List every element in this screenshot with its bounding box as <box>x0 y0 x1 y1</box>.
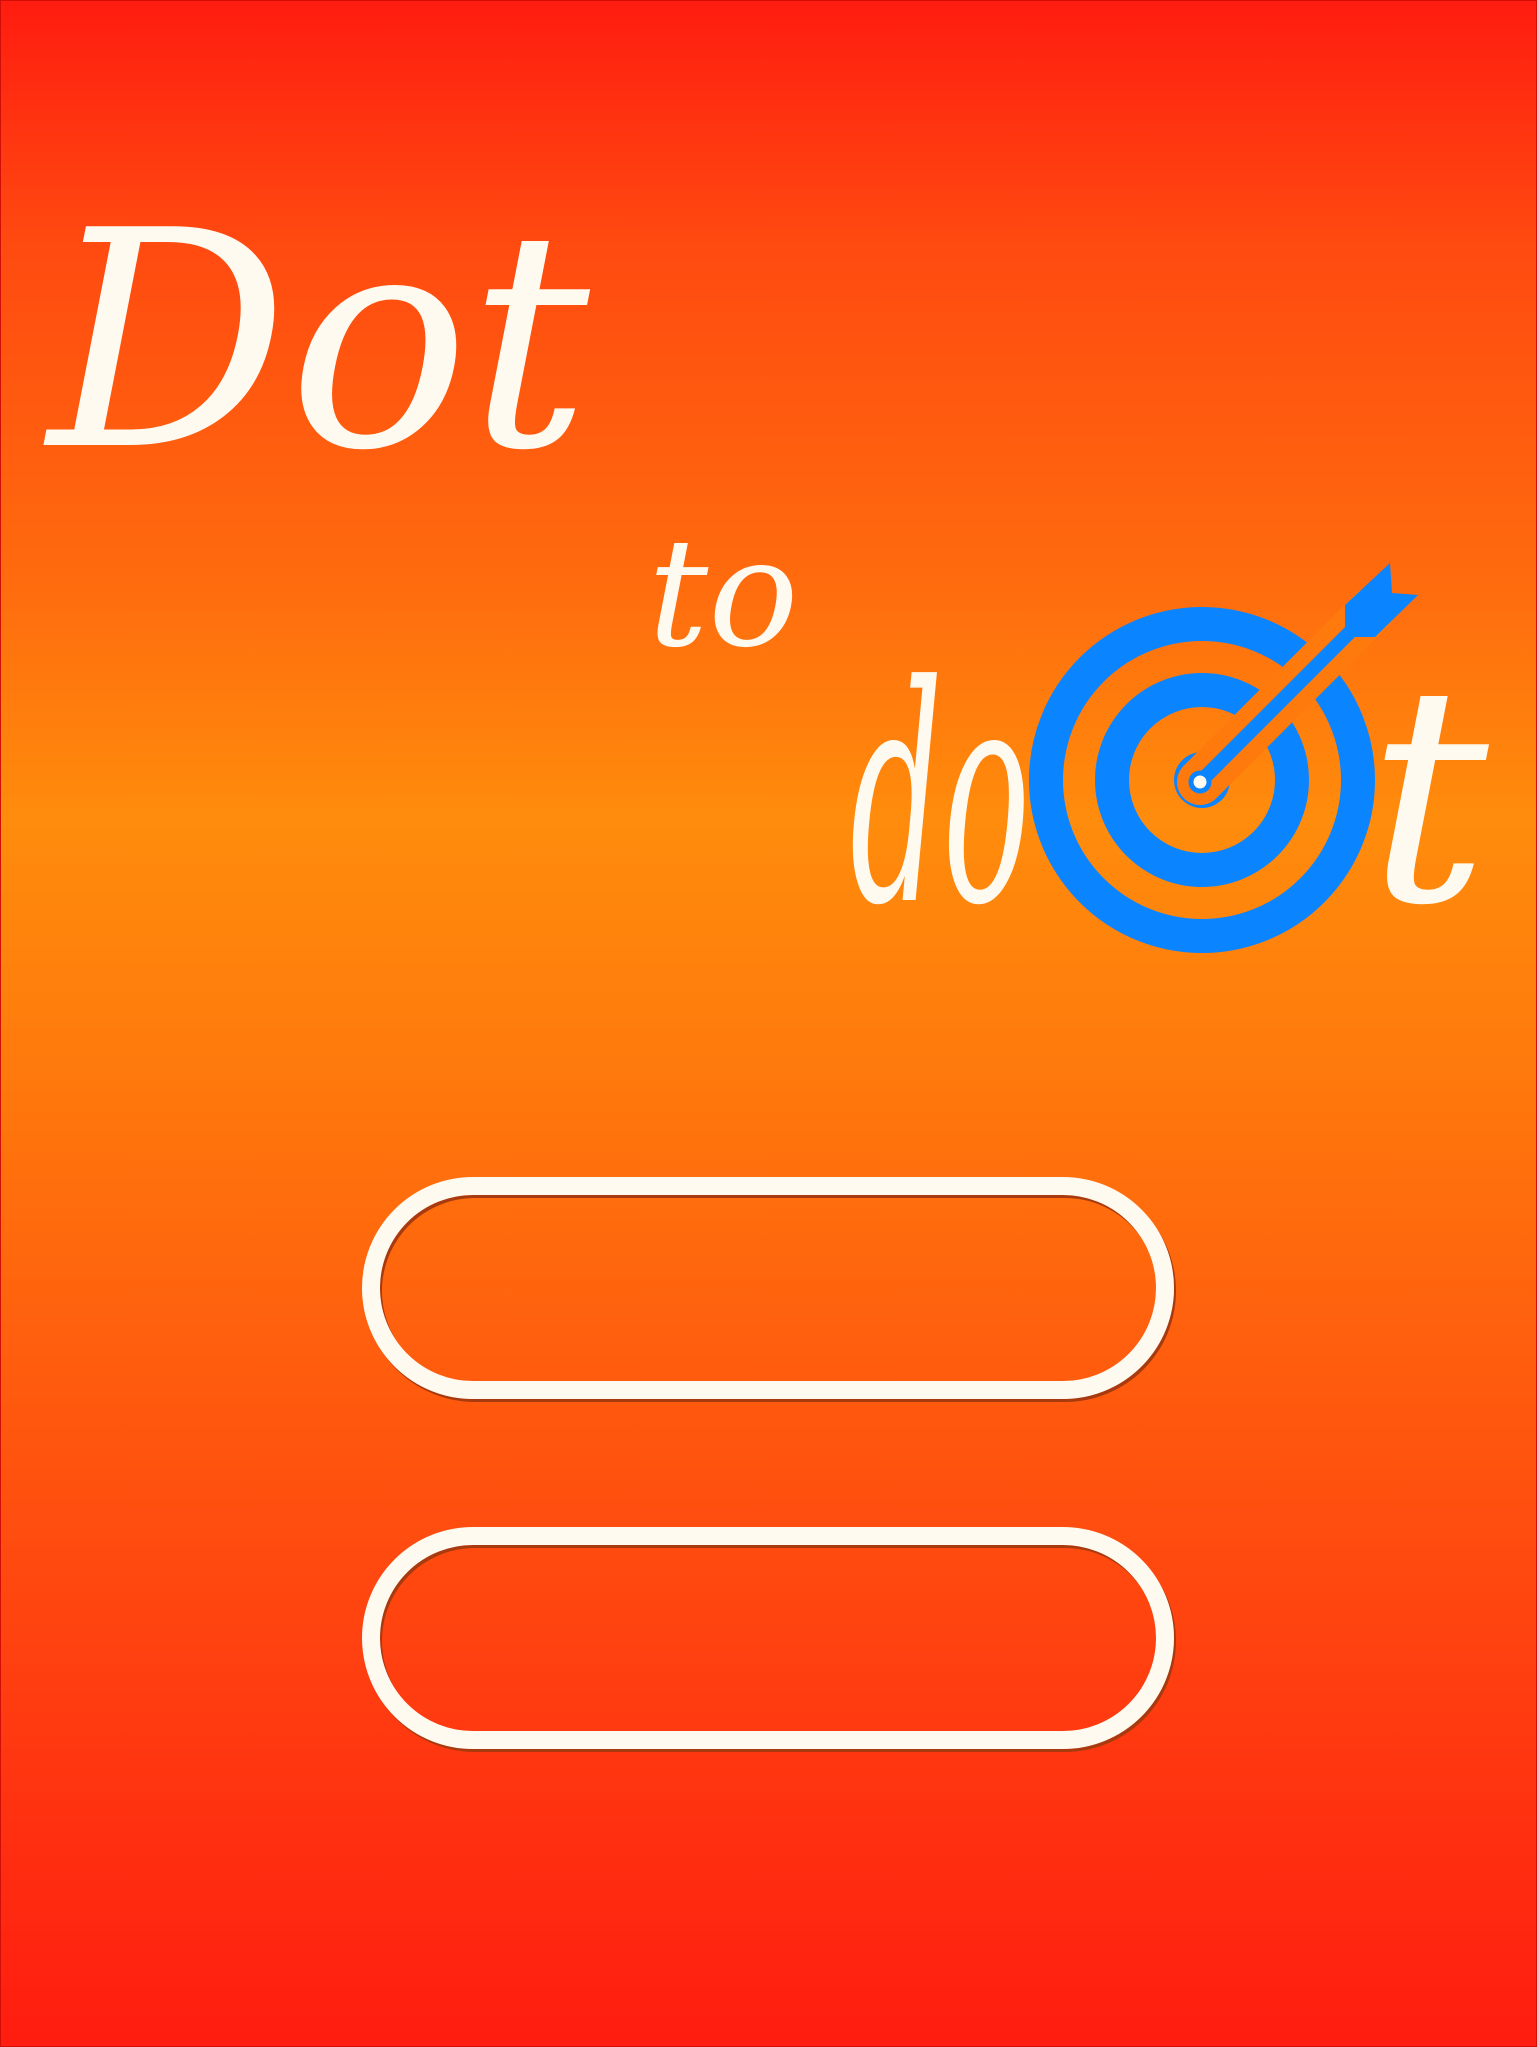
target-with-arrow-icon <box>1029 563 1418 953</box>
menu-button-1[interactable] <box>362 1177 1174 1399</box>
title-word-to: to <box>648 507 799 681</box>
title-word-dot: Dot <box>43 167 591 516</box>
game-logo: Dot to do t <box>43 167 1490 971</box>
menu-button-2[interactable] <box>362 1527 1174 1749</box>
title-word-do: do <box>850 622 1030 971</box>
title-word-t: t <box>1368 622 1490 971</box>
